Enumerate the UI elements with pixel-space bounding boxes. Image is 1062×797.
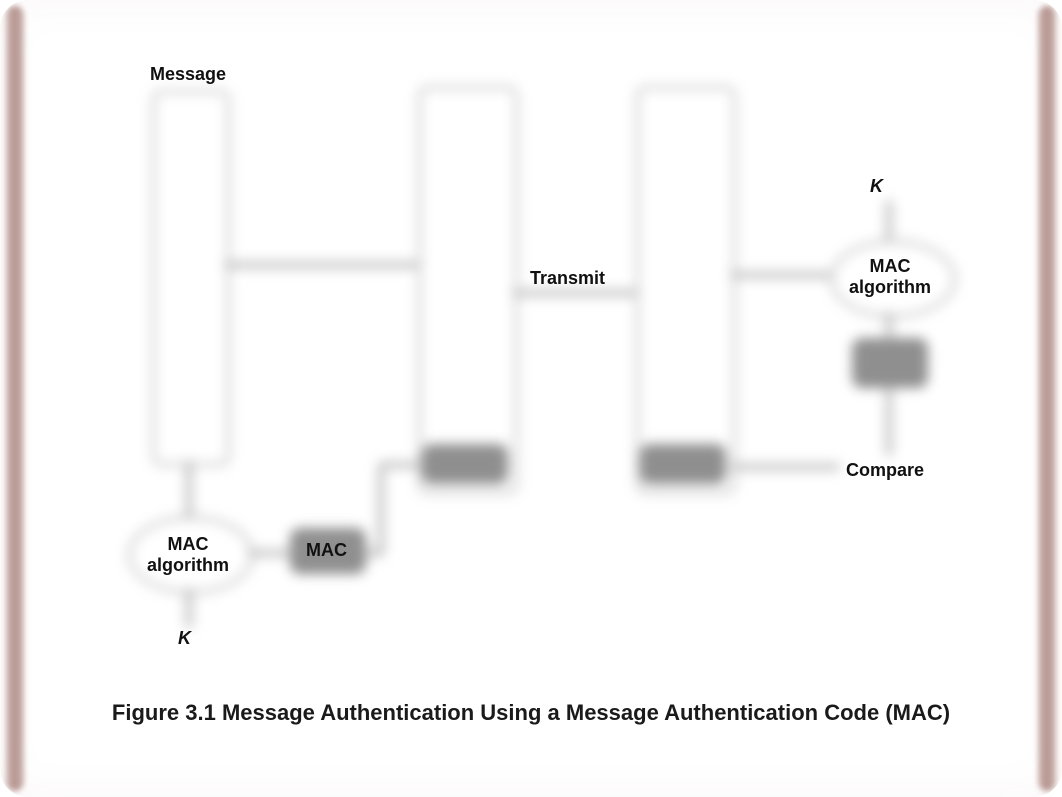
line-mac-elbow-into [378, 462, 420, 468]
label-compare: Compare [846, 460, 924, 481]
label-receiver-k: K [870, 176, 883, 197]
sender-message-box [152, 90, 230, 466]
combined-mac-segment [422, 444, 508, 484]
receiver-mac-segment [640, 444, 726, 484]
line-sender-to-combined [224, 262, 418, 268]
label-sender-mac-algo: MAC algorithm [138, 534, 238, 575]
line-recvmsg-to-algo [730, 272, 830, 278]
combined-message-box [418, 86, 518, 494]
line-k-to-sender-algo [186, 588, 192, 628]
label-receiver-mac-algo: MAC algorithm [840, 256, 940, 297]
label-mac: MAC [306, 540, 347, 561]
line-sendermsg-to-algo [186, 460, 192, 518]
line-transmit [512, 290, 636, 296]
line-k-to-recv-algo [886, 200, 892, 240]
receiver-mac-chip [852, 338, 928, 388]
label-sender-k: K [178, 628, 191, 649]
line-recvseg-to-compare [730, 464, 840, 470]
line-recvchip-to-compare [886, 388, 892, 456]
line-mac-elbow-v [378, 468, 384, 556]
label-message: Message [150, 64, 226, 85]
line-algo-to-mac [248, 550, 292, 556]
receiver-message-box [636, 86, 736, 494]
line-recvalgo-to-chip [886, 312, 892, 340]
figure-caption: Figure 3.1 Message Authentication Using … [0, 700, 1062, 726]
label-transmit: Transmit [530, 268, 605, 289]
diagram-stage: Message MAC algorithm K MAC Transmit K M… [0, 0, 1062, 797]
